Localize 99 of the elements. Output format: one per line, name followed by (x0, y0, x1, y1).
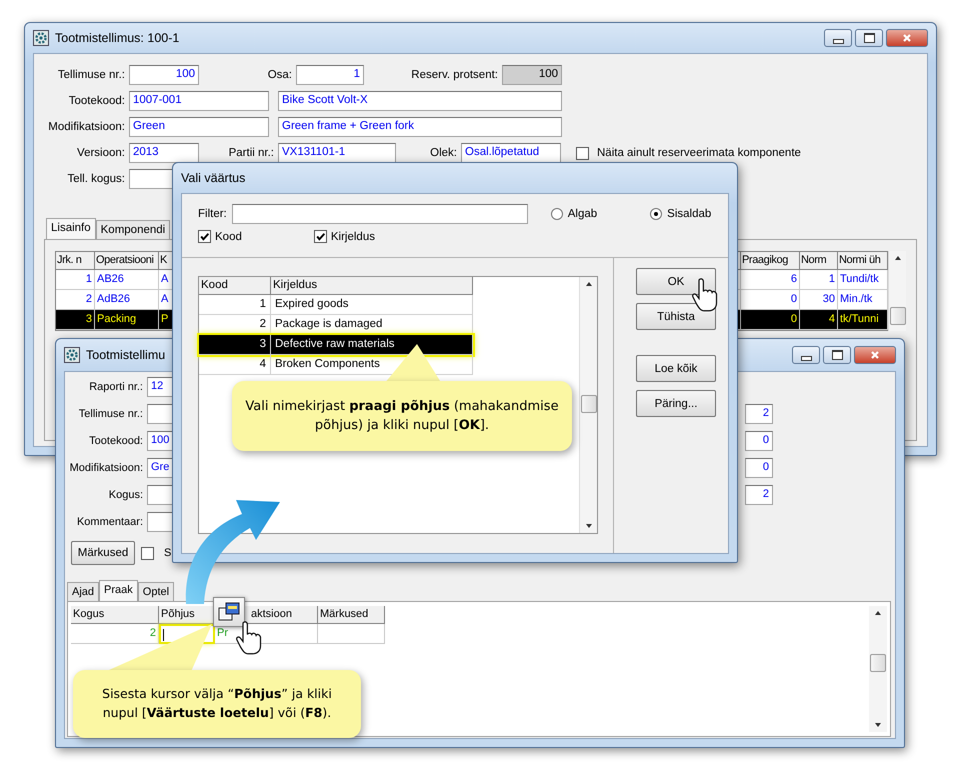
table-cell: Min./tk (838, 290, 888, 310)
checkbox[interactable] (314, 230, 327, 243)
column-header[interactable]: Kood (199, 277, 271, 295)
gear-icon (33, 30, 49, 46)
column-header[interactable]: Praagikog (741, 252, 800, 270)
table-cell: 0 (741, 290, 800, 310)
dialog-button[interactable]: Päring... (636, 390, 716, 417)
column-header[interactable]: Märkused (318, 606, 385, 624)
table-cell: Packing (95, 310, 159, 330)
field-label: Tellimuse nr.: (78, 408, 143, 420)
table-cell: 1 (800, 270, 838, 290)
field-label: Partii nr.: (228, 147, 274, 159)
dialog-button[interactable]: OK (636, 268, 716, 295)
checkbox[interactable] (198, 230, 211, 243)
table-cell: AdB26 (95, 290, 159, 310)
column-header[interactable]: Kirjeldus (271, 277, 473, 295)
field-label: Kommentaar: (76, 516, 143, 528)
text-field[interactable]: Bike Scott Volt-X (278, 91, 562, 111)
table-cell: tk/Tunni (838, 310, 888, 330)
minimize-button[interactable] (824, 29, 852, 47)
checkbox-label: Kood (215, 230, 242, 242)
text-field[interactable]: 2 (745, 404, 773, 424)
table-cell: 30 (800, 290, 838, 310)
checkbox[interactable] (576, 146, 589, 160)
close-icon (902, 33, 912, 43)
checkbox-label: Näita ainult reserveerimata komponente (597, 147, 801, 159)
table-cell: 0 (741, 310, 800, 330)
radio-button[interactable] (650, 208, 662, 220)
close-icon (870, 350, 880, 360)
tab[interactable]: Lisainfo (46, 218, 96, 239)
table-cell: Tundi/tk (838, 270, 888, 290)
checkbox[interactable] (141, 546, 154, 560)
table-cell (318, 624, 385, 644)
close-button[interactable] (886, 29, 928, 47)
field-label: Reserv. protsent: (410, 69, 498, 81)
column-header[interactable]: Kogus (71, 606, 159, 624)
maximize-button[interactable] (823, 346, 851, 364)
column-header[interactable]: Põhjus (159, 606, 215, 624)
tab[interactable]: Ajad (67, 582, 100, 601)
radio-button[interactable] (550, 208, 563, 220)
text-field[interactable]: 0 (745, 458, 773, 478)
text-field[interactable]: 1 (296, 65, 364, 85)
column-header[interactable]: Normi üh (838, 252, 888, 270)
remarks-button[interactable]: Märkused (71, 541, 135, 565)
text-field[interactable]: 100 (129, 65, 199, 85)
filter-field[interactable] (232, 204, 528, 224)
table-cell: 6 (741, 270, 800, 290)
tab[interactable]: Praak (99, 580, 138, 601)
list-row[interactable]: 1 Expired goods (199, 295, 473, 315)
maximize-button[interactable] (855, 29, 883, 47)
text-field[interactable]: Osal.lõpetatud (461, 143, 561, 163)
radio-label: Algab (568, 208, 598, 220)
field-label: Modifikatsioon: (68, 462, 143, 474)
column-header[interactable]: Jrk. n (56, 252, 95, 270)
window-title: Tootmistellimu (86, 348, 166, 362)
field-label: Tootekood: (68, 95, 125, 107)
tab[interactable]: Komponendi (96, 220, 170, 239)
list-row[interactable]: 3 Defective raw materials (199, 335, 473, 355)
column-header[interactable]: Norm (800, 252, 838, 270)
minimize-button[interactable] (792, 346, 820, 364)
tab[interactable]: Optel (138, 582, 174, 601)
hand-cursor-icon (692, 277, 720, 313)
field-label: Versioon: (76, 147, 125, 159)
dialog-title: Vali väärtus (181, 171, 246, 185)
text-field[interactable]: 2013 (129, 143, 199, 163)
field-label: Kogus: (108, 489, 143, 501)
table-cell: 4 (800, 310, 838, 330)
table-cell: 1 (56, 270, 95, 290)
field-label: Filter: (198, 208, 227, 220)
text-field[interactable]: VX131101-1 (278, 143, 396, 163)
table-cell: AB26 (95, 270, 159, 290)
close-button[interactable] (854, 346, 896, 364)
text-field[interactable]: 0 (745, 431, 773, 451)
text-field[interactable]: Green frame + Green fork (278, 117, 562, 137)
window-title: Tootmistellimus: 100-1 (55, 31, 180, 45)
scrollbar[interactable] (579, 277, 597, 533)
scrollbar[interactable] (888, 251, 906, 331)
scrollbar[interactable] (869, 606, 887, 732)
field-label: Modifikatsioon: (47, 121, 125, 133)
value-list-button[interactable] (213, 597, 245, 627)
dialog-button[interactable]: Loe kõik (636, 355, 716, 382)
column-header[interactable]: Operatsiooni (95, 252, 159, 270)
table-cell: 3 (56, 310, 95, 330)
gear-icon (64, 347, 80, 363)
field-label: Raporti nr.: (88, 381, 143, 393)
dialog-button[interactable]: Tühista (636, 303, 716, 330)
checkbox-label: Kirjeldus (330, 230, 375, 242)
checkbox-label: S (164, 547, 172, 559)
text-field[interactable]: 2 (745, 485, 773, 505)
table-cell: 2 (56, 290, 95, 310)
field-label: Osa: (266, 69, 292, 81)
radio-label: Sisaldab (667, 208, 712, 220)
field-label: Tellimuse nr.: (56, 69, 125, 81)
hand-cursor-icon (236, 620, 264, 656)
text-field[interactable]: Green (129, 117, 269, 137)
field-label: Tell. kogus: (66, 173, 125, 185)
field-label: Olek: (429, 147, 457, 159)
text-field[interactable]: 1007-001 (129, 91, 269, 111)
field-label: Tootekood: (88, 435, 143, 447)
